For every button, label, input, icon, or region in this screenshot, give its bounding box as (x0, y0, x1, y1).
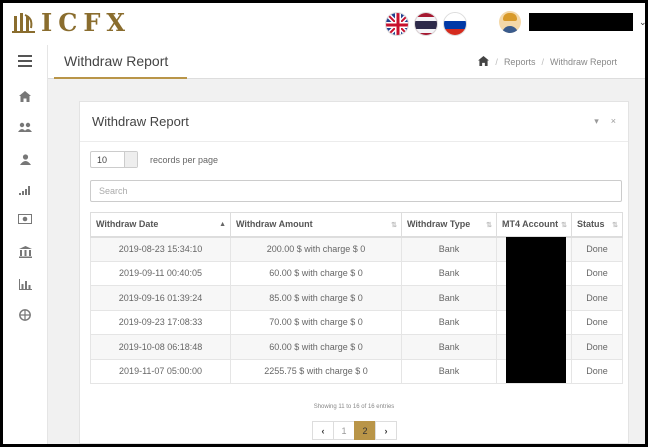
cell-type: Bank (401, 260, 497, 286)
uk-flag-icon[interactable] (385, 12, 409, 36)
money-icon[interactable] (15, 211, 35, 227)
breadcrumb-separator: / (541, 57, 544, 67)
cell-type: Bank (401, 334, 497, 360)
top-bar: ICFX ⌄ (3, 3, 645, 45)
close-icon[interactable]: × (611, 116, 616, 127)
pagination-page-2[interactable]: 2 (354, 421, 376, 440)
users-icon[interactable] (15, 119, 35, 135)
cell-amount: 60.00 $ with charge $ 0 (230, 260, 402, 286)
menu-icon[interactable] (15, 53, 35, 69)
cell-status: Done (571, 334, 623, 360)
column-header-withdraw-date[interactable]: Withdraw Date ▲ (90, 212, 231, 238)
table-info: Showing 11 to 16 of 16 entries (313, 404, 395, 410)
cell-status: Done (571, 260, 623, 286)
redacted-mt4-accounts (506, 237, 566, 383)
cell-date: 2019-08-23 15:34:10 (90, 236, 231, 262)
home-icon[interactable] (15, 88, 35, 104)
cell-amount: 70.00 $ with charge $ 0 (230, 309, 402, 335)
search-input[interactable] (90, 180, 622, 202)
records-per-page-select[interactable]: 10 (90, 151, 138, 168)
cell-status: Done (571, 309, 623, 335)
signal-icon[interactable] (15, 182, 35, 198)
column-header-withdraw-type[interactable]: Withdraw Type ⇅ (401, 212, 497, 238)
column-header-withdraw-amount[interactable]: Withdraw Amount ⇅ (230, 212, 402, 238)
pagination-prev[interactable]: ‹ (312, 421, 334, 440)
sort-icon: ⇅ (561, 222, 567, 229)
breadcrumb: / Reports / Withdraw Report (478, 56, 617, 68)
home-icon[interactable] (478, 56, 490, 68)
app-frame: ICFX ⌄ Withdraw Report / Reports / Withd… (3, 3, 645, 444)
sort-icon: ⇅ (391, 222, 397, 229)
cell-type: Bank (401, 309, 497, 335)
chevron-down-icon: ⌄ (639, 16, 645, 27)
breadcrumb-separator: / (495, 57, 498, 67)
cell-amount: 2255.75 $ with charge $ 0 (230, 358, 402, 384)
brand-name: ICFX (41, 8, 131, 37)
cell-type: Bank (401, 285, 497, 311)
panel-header: Withdraw Report ▾ × (80, 102, 628, 142)
cell-date: 2019-11-07 05:00:00 (90, 358, 231, 384)
page-header: Withdraw Report / Reports / Withdraw Rep… (48, 45, 645, 79)
page-title: Withdraw Report (64, 53, 169, 69)
records-per-page-label: records per page (150, 155, 219, 165)
cell-amount: 200.00 $ with charge $ 0 (230, 236, 402, 262)
language-switcher (385, 12, 467, 36)
panel-title: Withdraw Report (92, 114, 189, 129)
user-menu[interactable]: ⌄ (499, 11, 645, 33)
collapse-icon[interactable]: ▾ (594, 116, 599, 127)
logo-mark-icon (11, 12, 37, 34)
cell-type: Bank (401, 358, 497, 384)
sort-icon: ⇅ (486, 222, 492, 229)
panel-tools: ▾ × (594, 116, 616, 127)
pagination-next[interactable]: › (375, 421, 397, 440)
sort-icon: ⇅ (612, 222, 618, 229)
russia-flag-icon[interactable] (443, 12, 467, 36)
breadcrumb-item-withdraw-report: Withdraw Report (549, 57, 617, 67)
cell-amount: 85.00 $ with charge $ 0 (230, 285, 402, 311)
bar-chart-icon[interactable] (15, 276, 35, 292)
cell-date: 2019-09-11 00:40:05 (90, 260, 231, 286)
user-icon[interactable] (15, 151, 35, 167)
column-header-status[interactable]: Status ⇅ (571, 212, 623, 238)
withdraw-report-panel: Withdraw Report ▾ × 10 records per page … (79, 101, 629, 444)
pagination: ‹ 1 2 › (312, 421, 397, 440)
thai-flag-icon[interactable] (414, 12, 438, 36)
cell-status: Done (571, 285, 623, 311)
breadcrumb-item-reports[interactable]: Reports (504, 57, 536, 67)
globe-icon[interactable] (15, 307, 35, 323)
sort-asc-icon: ▲ (219, 221, 226, 228)
cell-date: 2019-09-16 01:39:24 (90, 285, 231, 311)
cell-date: 2019-10-08 06:18:48 (90, 334, 231, 360)
column-header-mt4-account[interactable]: MT4 Account ⇅ (496, 212, 572, 238)
table-header-row: Withdraw Date ▲ Withdraw Amount ⇅ Withdraw… (90, 212, 623, 238)
cell-amount: 60.00 $ with charge $ 0 (230, 334, 402, 360)
redacted-user-name (529, 13, 633, 31)
active-tab-underline (54, 77, 187, 79)
sidebar (3, 45, 48, 444)
bank-icon[interactable] (15, 244, 35, 260)
cell-date: 2019-09-23 17:08:33 (90, 309, 231, 335)
pagination-page-1[interactable]: 1 (333, 421, 355, 440)
avatar (499, 11, 521, 33)
brand-logo[interactable]: ICFX (11, 10, 131, 36)
cell-status: Done (571, 236, 623, 262)
cell-status: Done (571, 358, 623, 384)
cell-type: Bank (401, 236, 497, 262)
